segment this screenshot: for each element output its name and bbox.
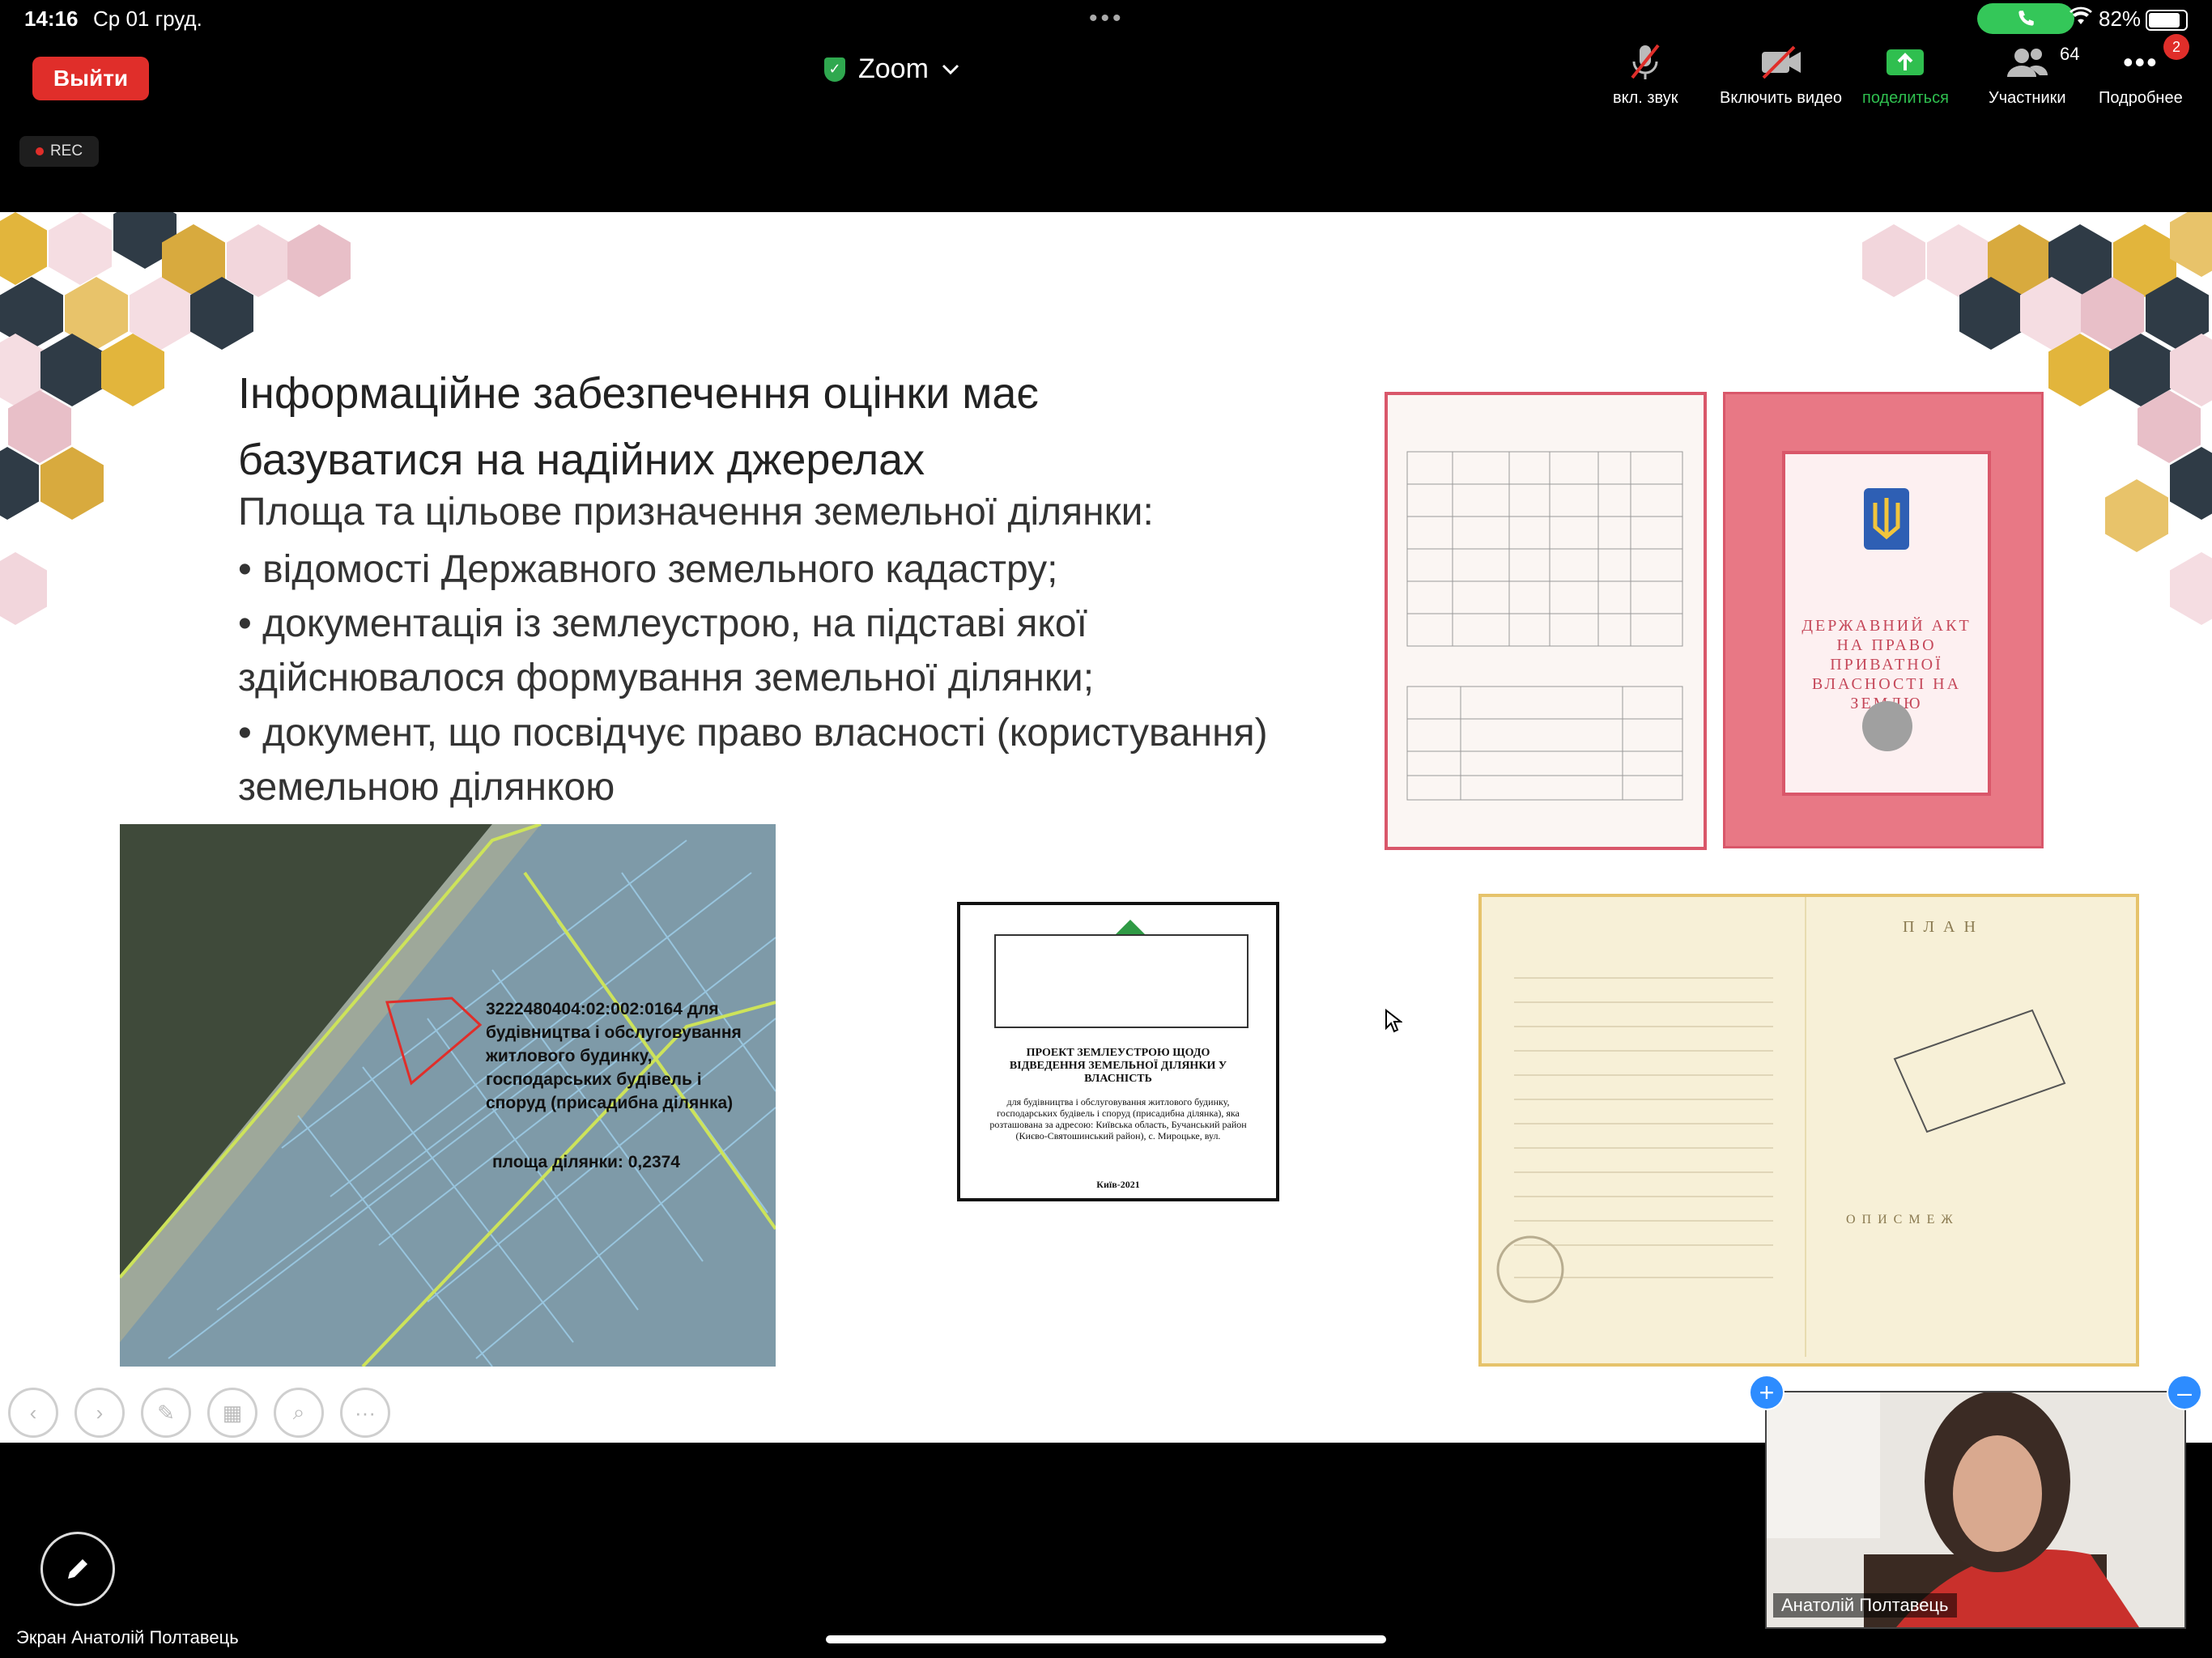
- next-slide-button[interactable]: ›: [74, 1388, 125, 1438]
- recording-indicator[interactable]: REC: [19, 136, 99, 167]
- state-act-document: П Л А Н О П И С М Е Ж: [1478, 894, 2139, 1367]
- cadastral-map-image: 3222480404:02:002:0164 для будівництва і…: [120, 824, 776, 1367]
- more-button[interactable]: ••• Подробнее 2: [2099, 34, 2189, 108]
- leave-button[interactable]: Выйти: [32, 57, 149, 100]
- video-off-icon: [1720, 42, 1842, 83]
- status-date: Ср 01 груд.: [93, 6, 202, 31]
- multitask-dots-icon[interactable]: •••: [1089, 5, 1125, 32]
- phone-icon: [2018, 11, 2034, 26]
- previous-slide-button[interactable]: ‹: [8, 1388, 58, 1438]
- land-certificate-cover: ДЕРЖАВНИЙ АКТ НА ПРАВО ПРИВАТНОЇ ВЛАСНОС…: [1723, 392, 2044, 848]
- land-certificate-table-page: [1385, 392, 1707, 850]
- record-dot-icon: [35, 147, 44, 155]
- participants-button[interactable]: Участники 64: [1989, 42, 2079, 108]
- boundary-description-label: О П И С М Е Ж: [1846, 1213, 1955, 1226]
- meeting-info-button[interactable]: ✓ Zoom: [824, 53, 959, 85]
- slide-subtitle: Площа та цільове призначення земельної д…: [238, 491, 1154, 534]
- parcel-label: 3222480404:02:002:0164 для будівництва і…: [486, 1000, 742, 1112]
- home-indicator[interactable]: [826, 1635, 1386, 1643]
- share-arrow-icon: [1862, 42, 1949, 83]
- muted-mic-icon: [1613, 42, 1678, 83]
- active-call-indicator[interactable]: [1977, 3, 2074, 34]
- slide-title: Інформаційне забезпечення оцінки має баз…: [238, 369, 1039, 484]
- plan-label: П Л А Н: [1903, 918, 1978, 936]
- arrow-up-icon: [1116, 920, 1145, 934]
- participants-icon: [1989, 42, 2066, 83]
- bullet-cadastre: • відомості Державного земельного кадаст…: [238, 548, 1058, 591]
- battery-icon: [2146, 10, 2188, 31]
- slide-grid-icon[interactable]: ▦: [207, 1388, 257, 1438]
- participants-count: 64: [2060, 44, 2080, 64]
- status-time: 14:16: [24, 6, 79, 31]
- minimize-video-icon[interactable]: –: [2167, 1375, 2202, 1410]
- portrait-seal-icon: [1862, 701, 1912, 751]
- more-options-icon[interactable]: ···: [340, 1388, 390, 1438]
- chevron-down-icon: [942, 64, 959, 74]
- share-screen-button[interactable]: поделиться: [1862, 42, 1949, 108]
- trident-emblem-icon: [1864, 488, 1909, 550]
- screen-share-label: Экран Анатолій Полтавець: [16, 1627, 239, 1647]
- add-plus-icon[interactable]: +: [1749, 1375, 1784, 1410]
- more-notification-badge: 2: [2163, 34, 2189, 60]
- bullet-ownership-doc: • документ, що посвідчує право власності…: [238, 712, 1268, 809]
- annotate-button[interactable]: [40, 1532, 115, 1606]
- bullet-land-docs: • документація із землеустрою, на підста…: [238, 602, 1095, 699]
- start-video-button[interactable]: Включить видео: [1720, 42, 1842, 108]
- unmute-button[interactable]: вкл. звук: [1613, 42, 1678, 108]
- mouse-cursor-icon: [1385, 1009, 1402, 1033]
- wifi-icon: [2069, 6, 2093, 32]
- land-project-document: ПРОЕКТ ЗЕМЛЕУСТРОЮ ЩОДО ВІДВЕДЕННЯ ЗЕМЕЛ…: [957, 902, 1279, 1201]
- battery-percent: 82%: [2099, 6, 2142, 31]
- security-shield-icon: ✓: [824, 57, 845, 82]
- parcel-area: площа ділянки: 0,2374: [492, 1153, 680, 1171]
- participant-name: Анатолій Полтавець: [1773, 1593, 1957, 1618]
- zoom-magnifier-icon[interactable]: ⌕: [274, 1388, 324, 1438]
- certificate-title: ДЕРЖАВНИЙ АКТ НА ПРАВО ПРИВАТНОЇ ВЛАСНОС…: [1802, 617, 1972, 712]
- pencil-icon: [68, 1559, 87, 1579]
- pen-tool-icon[interactable]: ✎: [141, 1388, 191, 1438]
- app-title: Zoom: [858, 53, 929, 84]
